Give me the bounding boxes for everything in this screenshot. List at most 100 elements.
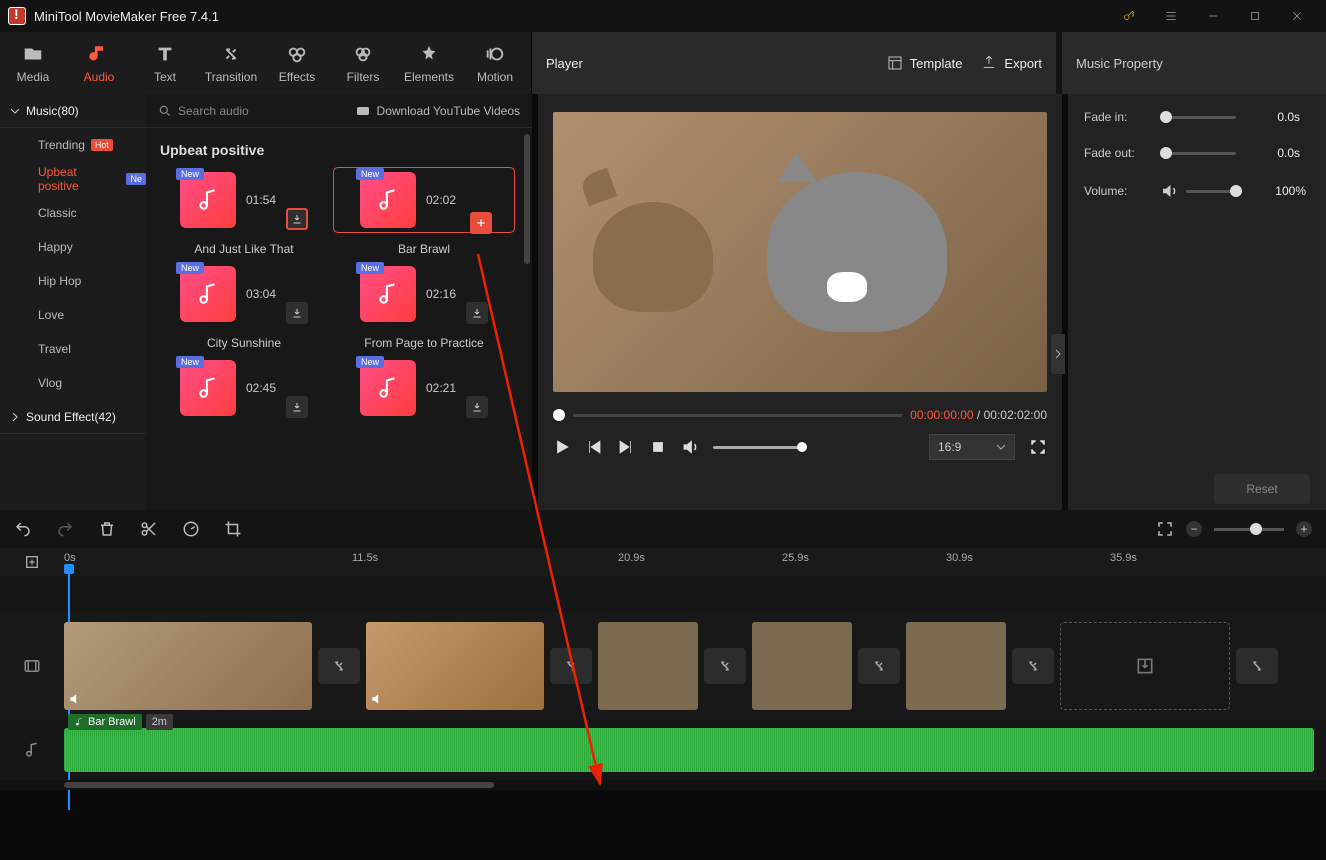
audio-track-item[interactable]: New02:45 [154,356,334,450]
fade-out-value: 0.0s [1256,146,1300,160]
overlay-track-lane[interactable] [0,576,1326,612]
clip-drop-zone[interactable] [1060,622,1230,710]
download-track-button[interactable] [466,302,488,324]
transition-slot[interactable] [318,648,360,684]
search-input[interactable]: Search audio [158,104,345,118]
transition-slot[interactable] [704,648,746,684]
tab-media[interactable]: Media [0,32,66,94]
video-clip[interactable] [752,622,852,710]
zoom-slider[interactable] [1214,528,1284,531]
category-happy[interactable]: Happy [0,230,146,264]
fade-in-label: Fade in: [1084,110,1160,124]
download-track-button[interactable] [466,396,488,418]
transition-slot[interactable] [550,648,592,684]
video-preview[interactable] [553,112,1047,392]
fit-button[interactable] [1156,520,1174,538]
audio-category-sidebar: Music(80) TrendingHot Upbeat positiveNe … [0,94,146,510]
audio-track-item[interactable]: New01:54 And Just Like That [154,168,334,262]
split-button[interactable] [140,520,158,538]
hamburger-menu-icon[interactable] [1150,0,1192,32]
volume-icon[interactable] [681,438,699,456]
prev-frame-button[interactable] [585,438,603,456]
download-youtube-button[interactable]: Download YouTube Videos [355,103,520,119]
download-track-button[interactable] [286,208,308,230]
player-title: Player [546,56,583,71]
volume-icon [1160,182,1178,200]
audio-track-lane[interactable]: Bar Brawl 2m [0,720,1326,780]
tab-transition[interactable]: Transition [198,32,264,94]
audio-track-item[interactable]: New02:02 Bar Brawl [334,168,514,262]
undo-button[interactable] [14,520,32,538]
audio-track-item[interactable]: New02:16 From Page to Practice [334,262,514,356]
sound-effect-group-header[interactable]: Sound Effect(42) [0,400,146,434]
reset-button[interactable]: Reset [1214,474,1310,504]
audio-clip[interactable]: Bar Brawl 2m [64,728,1314,772]
timeline-ruler[interactable]: 0s 11.5s 20.9s 25.9s 30.9s 35.9s [0,548,1326,576]
volume-slider[interactable] [1186,190,1242,193]
library-tabs: Media Audio Text Transition Effects Filt… [0,32,532,94]
video-clip[interactable] [366,622,544,710]
fade-in-slider[interactable] [1160,116,1236,119]
audio-track-item[interactable]: New02:21 [334,356,514,450]
tab-filters[interactable]: Filters [330,32,396,94]
audio-browser: Search audio Download YouTube Videos Upb… [146,94,532,510]
timeline-horizontal-scrollbar[interactable] [0,780,1326,790]
titlebar: MiniTool MovieMaker Free 7.4.1 [0,0,1326,32]
category-love[interactable]: Love [0,298,146,332]
add-track-button[interactable] [470,212,492,234]
category-travel[interactable]: Travel [0,332,146,366]
zoom-out-button[interactable]: − [1186,521,1202,537]
download-track-button[interactable] [286,302,308,324]
tab-elements[interactable]: Elements [396,32,462,94]
aspect-ratio-select[interactable]: 16:9 [929,434,1015,460]
video-clip[interactable] [598,622,698,710]
transition-slot[interactable] [1012,648,1054,684]
fade-out-label: Fade out: [1084,146,1160,160]
add-track-icon[interactable] [0,548,64,576]
minimize-button[interactable] [1192,0,1234,32]
video-track-lane[interactable] [0,612,1326,720]
crop-button[interactable] [224,520,242,538]
category-hip-hop[interactable]: Hip Hop [0,264,146,298]
timeline-toolbar: − + [0,510,1326,548]
volume-slider[interactable] [713,446,807,449]
volume-label: Volume: [1084,184,1160,198]
next-frame-button[interactable] [617,438,635,456]
audio-clip-duration: 2m [146,714,173,730]
delete-button[interactable] [98,520,116,538]
tab-effects[interactable]: Effects [264,32,330,94]
fullscreen-button[interactable] [1029,438,1047,456]
template-button[interactable]: Template [886,54,963,72]
close-button[interactable] [1276,0,1318,32]
export-button[interactable]: Export [980,54,1042,72]
video-clip[interactable] [64,622,312,710]
browser-scrollbar[interactable] [524,134,530,264]
video-clip[interactable] [906,622,1006,710]
collapse-properties-button[interactable] [1051,334,1065,374]
fade-out-slider[interactable] [1160,152,1236,155]
speed-button[interactable] [182,520,200,538]
redo-button[interactable] [56,520,74,538]
stop-button[interactable] [649,438,667,456]
transition-slot[interactable] [1236,648,1278,684]
play-button[interactable] [553,438,571,456]
playhead-scrubber[interactable]: 00:00:00:00 / 00:02:02:00 [553,408,1047,422]
hot-badge: Hot [91,139,113,151]
category-upbeat-positive[interactable]: Upbeat positiveNe [0,162,146,196]
zoom-in-button[interactable]: + [1296,521,1312,537]
music-group-header[interactable]: Music(80) [0,94,146,128]
activate-key-icon[interactable] [1108,0,1150,32]
fade-in-value: 0.0s [1256,110,1300,124]
tab-motion[interactable]: Motion [462,32,528,94]
maximize-button[interactable] [1234,0,1276,32]
tab-text[interactable]: Text [132,32,198,94]
category-vlog[interactable]: Vlog [0,366,146,400]
category-classic[interactable]: Classic [0,196,146,230]
audio-track-item[interactable]: New03:04 City Sunshine [154,262,334,356]
download-track-button[interactable] [286,396,308,418]
section-title: Upbeat positive [146,128,532,168]
transition-slot[interactable] [858,648,900,684]
property-panel-header: Music Property [1062,32,1326,94]
tab-audio[interactable]: Audio [66,32,132,94]
category-trending[interactable]: TrendingHot [0,128,146,162]
